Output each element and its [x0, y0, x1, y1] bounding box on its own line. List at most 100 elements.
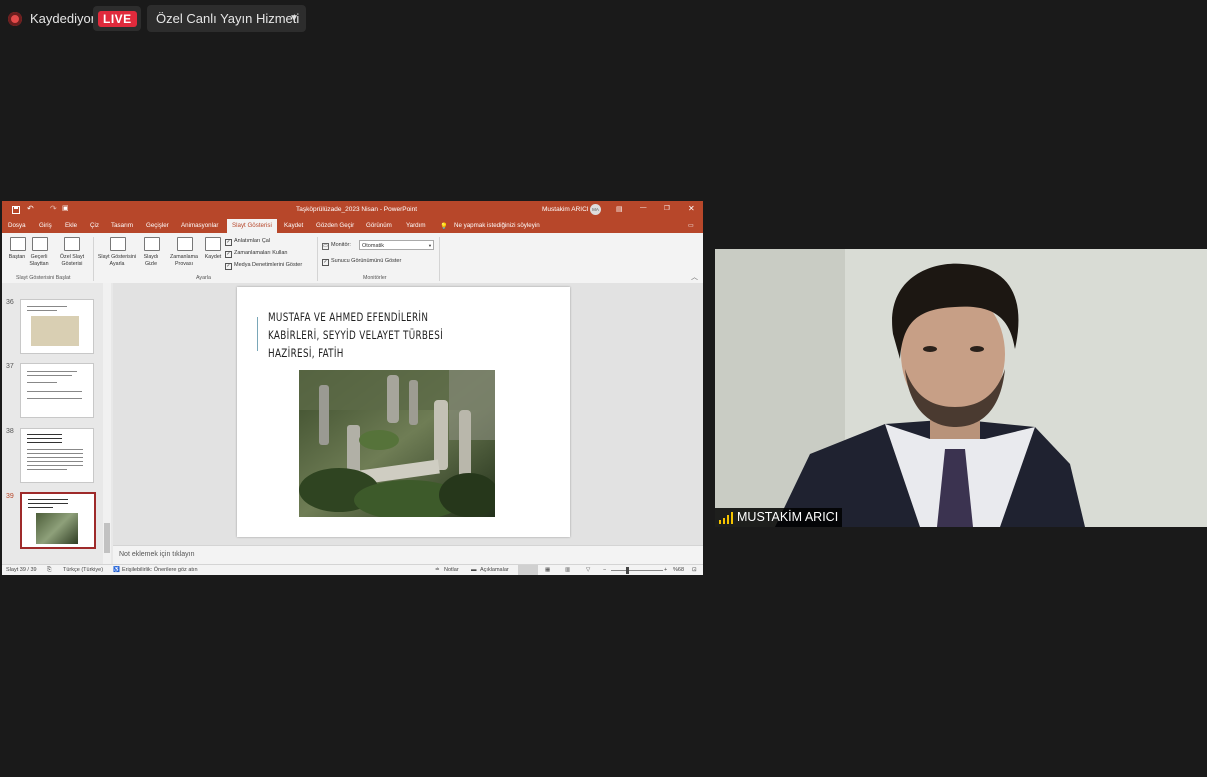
- tab-ekle[interactable]: Ekle: [65, 222, 77, 229]
- slide-sorter-icon[interactable]: ▦: [545, 567, 550, 573]
- spelling-icon[interactable]: ⎘: [47, 567, 51, 574]
- tab-ciz[interactable]: Çiz: [90, 222, 99, 229]
- close-icon[interactable]: ✕: [688, 204, 695, 213]
- from-beginning-button[interactable]: Baştan: [6, 254, 28, 261]
- tab-giris[interactable]: Giriş: [39, 222, 52, 229]
- thumb-line: [27, 461, 83, 462]
- check-narrations-label: Anlatımları Çal: [234, 238, 271, 244]
- slideshow-view-icon[interactable]: ▽: [586, 567, 590, 573]
- comments-button[interactable]: Açıklamalar: [480, 567, 509, 573]
- zoom-out-icon[interactable]: −: [603, 567, 606, 573]
- tab-gecisler[interactable]: Geçişler: [146, 222, 169, 229]
- window-title: Taşköprülüzade_2023 Nisan - PowerPoint: [296, 206, 418, 213]
- notes-pane[interactable]: Not eklemek için tıklayın: [113, 545, 703, 565]
- presentation-icon[interactable]: ▣: [62, 204, 69, 212]
- live-badge[interactable]: LIVE: [93, 6, 141, 31]
- check-narrations[interactable]: ✓ Anlatımları Çal: [225, 238, 270, 246]
- powerpoint-window: ↶ ↷ ▣ Taşköprülüzade_2023 Nisan - PowerP…: [2, 201, 703, 575]
- tell-me-search[interactable]: Ne yapmak istediğinizi söyleyin: [454, 222, 540, 229]
- tab-slayt-gosterisi[interactable]: Slayt Gösterisi: [227, 219, 277, 233]
- monitor-select[interactable]: Otomatik ▼: [359, 240, 434, 250]
- hide-slide-icon: [144, 237, 160, 251]
- accessibility-status[interactable]: Erişilebilirlik: Önerilere göz atın: [122, 567, 198, 573]
- slide-title-line: KABİRLERİ, SEYYİD VELAYET TÜRBESİ: [268, 328, 444, 342]
- zoom-slider-handle[interactable]: [626, 567, 629, 574]
- rehearse-line-2: Provası: [175, 261, 193, 267]
- ribbon-separator: [93, 237, 94, 281]
- notes-button[interactable]: Notlar: [444, 567, 459, 573]
- thumb-number: 36: [6, 299, 14, 306]
- monitor-select-value: Otomatik: [362, 243, 385, 249]
- thumb-number: 38: [6, 428, 14, 435]
- redo-icon[interactable]: ↷: [50, 204, 57, 213]
- normal-view-icon[interactable]: [518, 565, 538, 575]
- cemetery-photo-svg: [299, 370, 495, 517]
- slide-thumbnail[interactable]: [20, 428, 94, 483]
- language-status[interactable]: Türkçe (Türkiye): [63, 567, 103, 573]
- thumb-image: [36, 513, 78, 544]
- comments-icon[interactable]: ▭: [688, 222, 694, 229]
- check-timings[interactable]: ✓ Zamanlamaları Kullan: [225, 250, 288, 258]
- tab-tasarim[interactable]: Tasarım: [111, 222, 133, 229]
- group-start-label: Slayt Gösterisini Başlat: [16, 275, 71, 281]
- reading-view-icon[interactable]: ▥: [565, 567, 570, 573]
- participant-name: MUSTAKİM ARICI: [737, 510, 839, 524]
- tab-kaydet[interactable]: Kaydet: [284, 222, 303, 229]
- check-presenter-view[interactable]: ✓ Sunucu Görünümünü Göster: [322, 258, 401, 266]
- maximize-icon[interactable]: ❐: [664, 204, 670, 212]
- scroll-thumb[interactable]: [104, 523, 110, 553]
- check-media[interactable]: ✓ Medya Denetimlerini Göster: [225, 262, 302, 270]
- slide-thumbnail[interactable]: [20, 299, 94, 354]
- thumb-line: [27, 434, 62, 435]
- from-current-button[interactable]: Geçerli Slayttan: [26, 254, 52, 268]
- play-from-start-icon: [10, 237, 26, 251]
- notes-placeholder: Not eklemek için tıklayın: [119, 551, 195, 558]
- rehearse-button[interactable]: Zamanlama Provası: [166, 254, 202, 268]
- collapse-ribbon-icon[interactable]: ︿: [691, 272, 698, 282]
- thumb-line: [27, 306, 67, 307]
- record-button[interactable]: Kaydet: [202, 254, 224, 261]
- ribbon-display-icon[interactable]: ▤: [616, 205, 623, 213]
- zoom-slider[interactable]: [611, 570, 663, 571]
- setup-show-button[interactable]: Slayt Gösterisini Ayarla: [95, 254, 139, 268]
- live-service-label: Özel Canlı Yayın Hizmeti: [156, 11, 300, 26]
- minimize-icon[interactable]: —: [640, 204, 647, 211]
- thumb-line: [28, 503, 68, 504]
- undo-icon[interactable]: ↶: [27, 204, 34, 213]
- save-icon[interactable]: [12, 206, 20, 214]
- thumb-image: [31, 316, 79, 346]
- custom-show-icon: [64, 237, 80, 251]
- thumb-line: [27, 465, 83, 466]
- custom-show-button[interactable]: Özel Slayt Gösterisi: [55, 254, 89, 268]
- avatar[interactable]: MA: [590, 204, 601, 215]
- slide-thumbnail[interactable]: [20, 363, 94, 418]
- tab-gozden-gecir[interactable]: Gözden Geçir: [316, 222, 354, 229]
- tab-animasyonlar[interactable]: Animasyonlar: [181, 222, 219, 229]
- fit-slide-icon[interactable]: ⊡: [692, 567, 697, 573]
- zoom-level[interactable]: %68: [673, 567, 684, 573]
- slide-title[interactable]: MUSTAFA VE AHMED EFENDİLERİN KABİRLERİ, …: [268, 308, 481, 362]
- custom-show-line-1: Özel Slayt: [59, 254, 85, 260]
- ribbon-tabs: Dosya Giriş Ekle Çiz Tasarım Geçişler An…: [2, 218, 703, 233]
- participant-name-tag: MUSTAKİM ARICI: [715, 508, 843, 527]
- participant-video[interactable]: [715, 249, 1207, 527]
- group-monitors-label: Monitörler: [363, 275, 387, 281]
- ribbon: Baştan Geçerli Slayttan Özel Slayt Gösteri…: [2, 233, 703, 284]
- from-current-line-1: Geçerli: [30, 254, 48, 260]
- cemetery-photo[interactable]: [299, 370, 495, 517]
- current-slide[interactable]: MUSTAFA VE AHMED EFENDİLERİN KABİRLERİ, …: [237, 287, 570, 537]
- tab-dosya[interactable]: Dosya: [8, 222, 26, 229]
- check-media-label: Medya Denetimlerini Göster: [234, 262, 303, 268]
- signal-strength-icon: [719, 512, 733, 524]
- live-service-dropdown[interactable]: Özel Canlı Yayın Hizmeti ▼: [147, 5, 306, 32]
- slide-thumbnail-selected[interactable]: [20, 492, 96, 549]
- thumbnail-scrollbar[interactable]: [103, 283, 111, 564]
- setup-show-icon: [110, 237, 126, 251]
- tab-gorunum[interactable]: Görünüm: [366, 222, 392, 229]
- slide-editing-area: MUSTAFA VE AHMED EFENDİLERİN KABİRLERİ, …: [113, 283, 703, 545]
- zoom-in-icon[interactable]: +: [664, 567, 667, 573]
- hide-slide-button[interactable]: Slaydı Gizle: [140, 254, 162, 268]
- tab-yardim[interactable]: Yardım: [406, 222, 425, 229]
- presenter-view-label: Sunucu Görünümünü Göster: [331, 258, 402, 264]
- custom-show-line-2: Gösterisi: [61, 261, 83, 267]
